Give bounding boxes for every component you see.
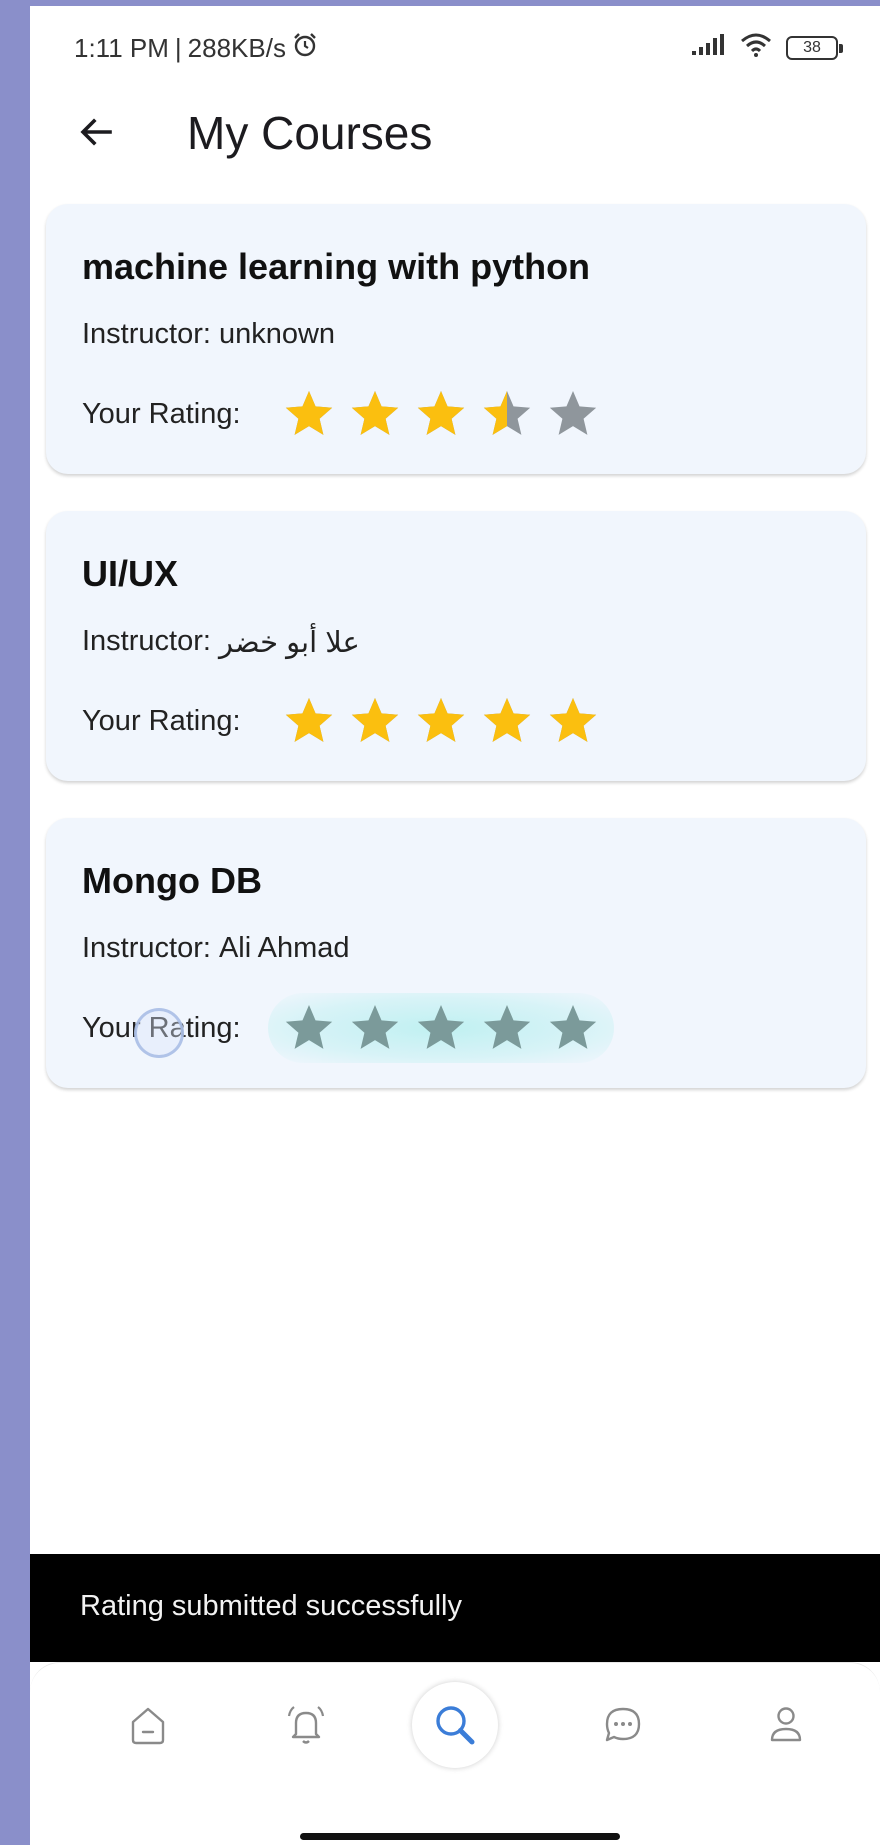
bottom-navigation	[30, 1662, 880, 1845]
instructor-name: Ali Ahmad	[218, 932, 350, 964]
status-separator: |	[174, 33, 182, 63]
touch-ripple	[134, 1008, 184, 1058]
star-icon[interactable]	[546, 1001, 600, 1055]
signal-icon	[690, 34, 726, 61]
nav-home[interactable]	[108, 1685, 188, 1765]
arrow-left-icon	[80, 118, 112, 146]
star-icon[interactable]	[546, 694, 600, 748]
rating-label: Your Rating:	[82, 704, 241, 737]
home-icon	[131, 1707, 165, 1745]
nav-notifications[interactable]	[266, 1685, 346, 1765]
status-time: 1:11 PM	[74, 33, 169, 63]
app-bar: My Courses	[30, 96, 880, 166]
course-title: UI/UX	[82, 553, 179, 594]
status-left: 1:11 PM | 288KB/s	[74, 32, 318, 65]
instructor-label: Instructor:	[82, 932, 211, 964]
star-icon[interactable]	[348, 387, 402, 441]
battery-level: 38	[803, 38, 821, 56]
bell-icon	[287, 1706, 325, 1744]
course-card[interactable]: UI/UX Instructor: علا أبو خضر Your Ratin…	[46, 511, 866, 781]
star-icon[interactable]	[414, 387, 468, 441]
star-icon[interactable]	[480, 694, 534, 748]
home-indicator[interactable]	[300, 1833, 620, 1840]
nav-messages[interactable]	[583, 1685, 663, 1765]
nav-profile[interactable]	[746, 1685, 826, 1765]
back-button[interactable]	[68, 104, 124, 160]
star-icon[interactable]	[546, 387, 600, 441]
course-card[interactable]: Mongo DB Instructor: Ali Ahmad Your Rati…	[46, 818, 866, 1088]
rating-stars	[282, 694, 600, 748]
course-title: machine learning with python	[82, 246, 591, 287]
rating-label: Your Rating:	[82, 397, 241, 430]
battery-icon: 38	[786, 35, 843, 60]
course-card[interactable]: machine learning with python Instructor:…	[46, 204, 866, 474]
rating-stars	[268, 993, 614, 1063]
status-speed: 288KB/s	[187, 33, 286, 63]
star-icon[interactable]	[282, 1001, 336, 1055]
course-instructor: Instructor: علا أبو خضر	[82, 625, 360, 660]
rating-stars	[282, 387, 600, 441]
status-bar: 1:11 PM | 288KB/s 38	[30, 6, 880, 86]
star-icon[interactable]	[480, 387, 534, 441]
snackbar-message: Rating submitted successfully	[80, 1590, 462, 1622]
star-icon[interactable]	[480, 1001, 534, 1055]
nav-search[interactable]	[412, 1682, 498, 1768]
instructor-label: Instructor:	[82, 625, 211, 657]
instructor-label: Instructor:	[82, 318, 211, 350]
star-icon[interactable]	[348, 1001, 402, 1055]
instructor-name: unknown	[218, 318, 336, 350]
search-icon	[436, 1706, 475, 1745]
chat-icon	[605, 1707, 641, 1742]
page-title: My Courses	[187, 107, 433, 159]
course-instructor: Instructor: unknown	[82, 318, 335, 351]
snackbar: Rating submitted successfully	[30, 1554, 880, 1662]
course-instructor: Instructor: Ali Ahmad	[82, 932, 350, 965]
star-icon[interactable]	[414, 1001, 468, 1055]
profile-icon	[770, 1707, 802, 1742]
instructor-name: علا أبو خضر	[218, 627, 360, 659]
star-icon[interactable]	[282, 694, 336, 748]
star-icon[interactable]	[348, 694, 402, 748]
rating-row: Your Rating:	[82, 691, 600, 751]
phone-screen: 1:11 PM | 288KB/s 38 My Courses machine …	[30, 6, 880, 1845]
alarm-icon	[292, 32, 318, 65]
star-icon[interactable]	[414, 694, 468, 748]
status-right: 38	[690, 32, 843, 63]
course-title: Mongo DB	[82, 860, 262, 901]
rating-row: Your Rating:	[82, 384, 600, 444]
star-icon[interactable]	[282, 387, 336, 441]
wifi-icon	[740, 32, 772, 63]
